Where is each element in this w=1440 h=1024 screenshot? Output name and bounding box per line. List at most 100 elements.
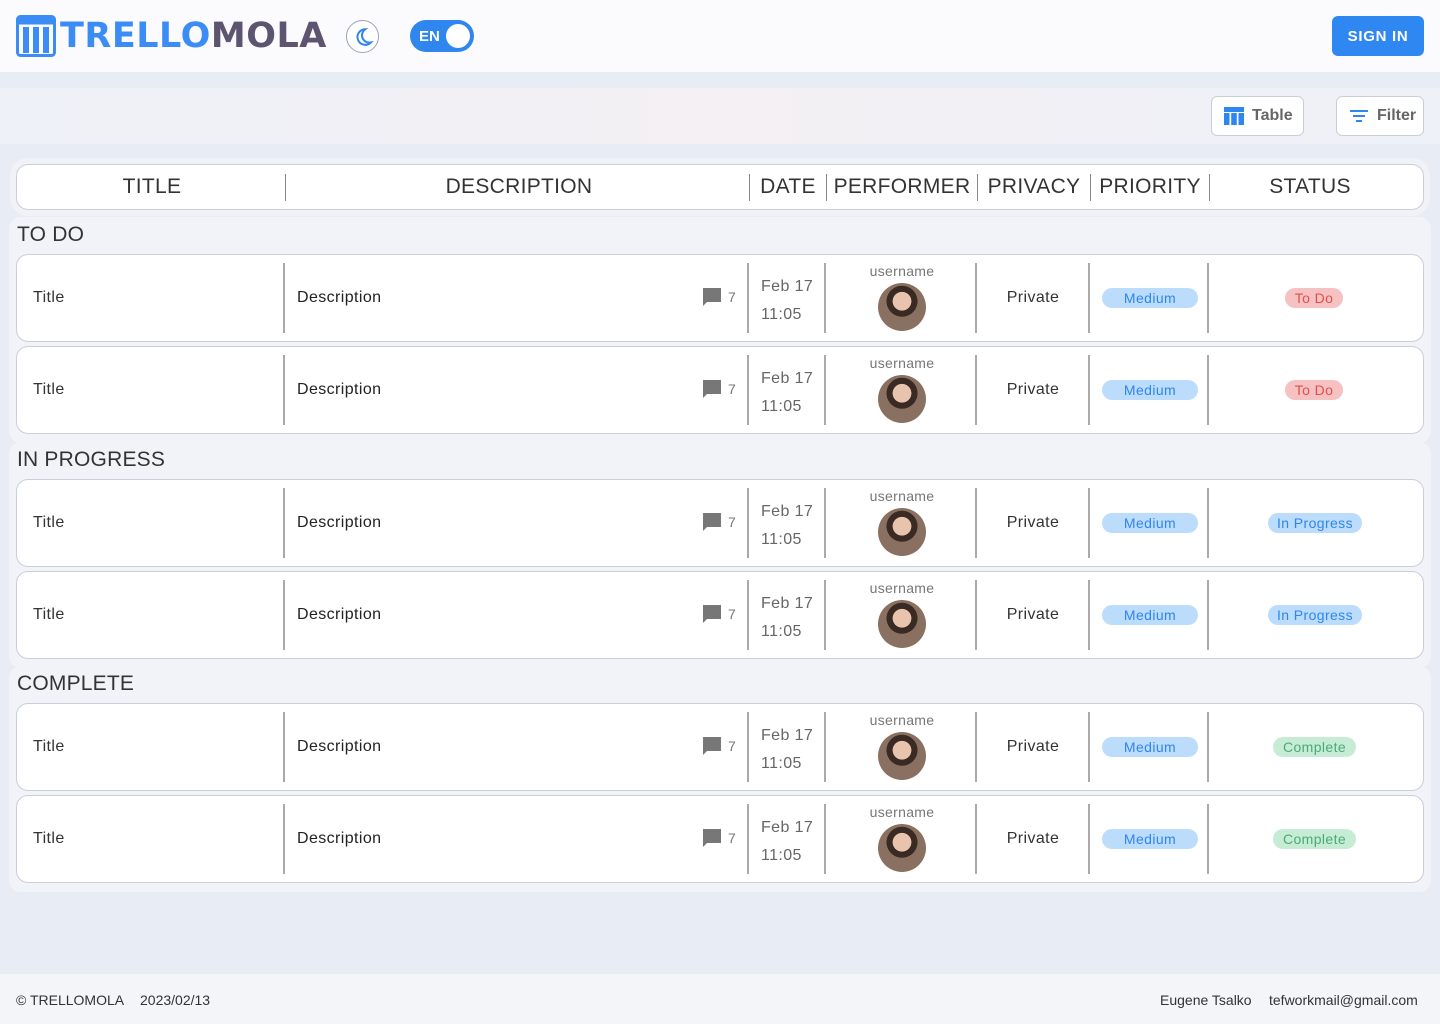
comments-count[interactable]: 7 [702, 604, 736, 624]
avatar [878, 732, 926, 780]
column-header-performer[interactable]: PERFORMER [827, 165, 977, 209]
performer-username: username [869, 804, 935, 820]
task-row[interactable]: Title Description 7 Feb 17 11:05 username Pri… [16, 571, 1424, 659]
task-performer[interactable]: username [827, 355, 977, 423]
table-view-button[interactable]: Table [1211, 96, 1304, 136]
priority-badge: Medium [1102, 513, 1198, 533]
task-row[interactable]: Title Description 7 Feb 17 11:05 username Pri… [16, 479, 1424, 567]
task-description: Description [297, 606, 382, 623]
status-badge: To Do [1285, 380, 1343, 400]
view-toolbar: Table Filter [0, 88, 1440, 144]
avatar [878, 600, 926, 648]
column-header-privacy[interactable]: PRIVACY [978, 165, 1090, 209]
comments-number: 7 [728, 830, 736, 846]
task-row[interactable]: Title Description 7 Feb 17 11:05 username Pri… [16, 346, 1424, 434]
task-title: Title [33, 289, 65, 306]
comments-number: 7 [728, 289, 736, 305]
task-performer[interactable]: username [827, 712, 977, 780]
filter-icon [1350, 110, 1368, 122]
cell-divider [1207, 263, 1209, 333]
group-title: COMPLETE [17, 672, 135, 695]
cell-divider [747, 580, 749, 650]
task-description: Description [297, 289, 382, 306]
logo-text: TRELLOMOLA [60, 16, 327, 56]
avatar [878, 824, 926, 872]
comment-icon [703, 288, 721, 306]
sign-in-button[interactable]: SIGN IN [1332, 16, 1424, 56]
column-header-description[interactable]: DESCRIPTION [287, 165, 751, 209]
task-date-day: Feb 17 [761, 370, 814, 387]
comments-count[interactable]: 7 [702, 379, 736, 399]
cell-divider [747, 488, 749, 558]
group-title: IN PROGRESS [17, 448, 166, 471]
priority-badge: Medium [1102, 829, 1198, 849]
status-badge: In Progress [1268, 513, 1362, 533]
task-performer[interactable]: username [827, 488, 977, 556]
avatar [878, 508, 926, 556]
language-toggle[interactable]: EN [410, 20, 474, 52]
task-group: COMPLETE Title Description 7 Feb 17 11:05 use… [9, 666, 1431, 892]
task-description: Description [297, 830, 382, 847]
task-row[interactable]: Title Description 7 Feb 17 11:05 username Pri… [16, 703, 1424, 791]
cell-divider [824, 580, 826, 650]
task-date-time: 11:05 [761, 398, 802, 415]
task-date-time: 11:05 [761, 847, 802, 864]
filter-button[interactable]: Filter [1336, 96, 1424, 136]
avatar [878, 375, 926, 423]
task-privacy: Private [1006, 738, 1060, 755]
column-header-priority[interactable]: PRIORITY [1091, 165, 1209, 209]
footer: © TRELLOMOLA 2023/02/13 Eugene Tsalko te… [0, 974, 1440, 1024]
cell-divider [283, 580, 285, 650]
performer-username: username [869, 488, 935, 504]
task-date: Feb 17 11:05 [761, 814, 813, 870]
comments-number: 7 [728, 606, 736, 622]
task-title: Title [33, 514, 65, 531]
column-header-title[interactable]: TITLE [17, 165, 287, 209]
task-date-day: Feb 17 [761, 278, 814, 295]
task-performer[interactable]: username [827, 804, 977, 872]
task-date-time: 11:05 [761, 623, 802, 640]
task-group: TO DO Title Description 7 Feb 17 11:05 userna… [9, 217, 1431, 443]
column-header-status[interactable]: STATUS [1210, 165, 1410, 209]
task-privacy: Private [1006, 289, 1060, 306]
comment-icon [703, 380, 721, 398]
table-view-label: Table [1252, 107, 1293, 124]
table-header: TITLE DESCRIPTION DATE PERFORMER PRIVACY… [16, 164, 1424, 210]
column-divider [285, 174, 286, 201]
logo[interactable]: TRELLOMOLA [16, 15, 327, 57]
cell-divider [824, 355, 826, 425]
task-description: Description [297, 514, 382, 531]
cell-divider [283, 355, 285, 425]
comments-count[interactable]: 7 [702, 512, 736, 532]
comments-number: 7 [728, 738, 736, 754]
task-performer[interactable]: username [827, 580, 977, 648]
cell-divider [747, 712, 749, 782]
comments-count[interactable]: 7 [702, 287, 736, 307]
footer-date: 2023/02/13 [140, 992, 211, 1008]
theme-toggle-button[interactable] [346, 20, 379, 53]
task-date-day: Feb 17 [761, 595, 814, 612]
language-label: EN [419, 28, 440, 45]
cell-divider [824, 488, 826, 558]
status-badge: To Do [1285, 288, 1343, 308]
task-privacy: Private [1006, 514, 1060, 531]
performer-username: username [869, 712, 935, 728]
task-title: Title [33, 738, 65, 755]
comments-count[interactable]: 7 [702, 736, 736, 756]
task-row[interactable]: Title Description 7 Feb 17 11:05 username Pri… [16, 795, 1424, 883]
task-row[interactable]: Title Description 7 Feb 17 11:05 username Pri… [16, 254, 1424, 342]
task-date: Feb 17 11:05 [761, 365, 813, 421]
comment-icon [703, 513, 721, 531]
status-badge: Complete [1273, 829, 1356, 849]
column-header-date[interactable]: DATE [750, 165, 826, 209]
cell-divider [1207, 488, 1209, 558]
task-description: Description [297, 381, 382, 398]
footer-email[interactable]: tefworkmail@gmail.com [1269, 992, 1418, 1008]
task-performer[interactable]: username [827, 263, 977, 331]
footer-author: Eugene Tsalko [1160, 992, 1252, 1008]
task-date-time: 11:05 [761, 306, 802, 323]
performer-username: username [869, 580, 935, 596]
comments-count[interactable]: 7 [702, 828, 736, 848]
cell-divider [824, 712, 826, 782]
cell-divider [1207, 580, 1209, 650]
